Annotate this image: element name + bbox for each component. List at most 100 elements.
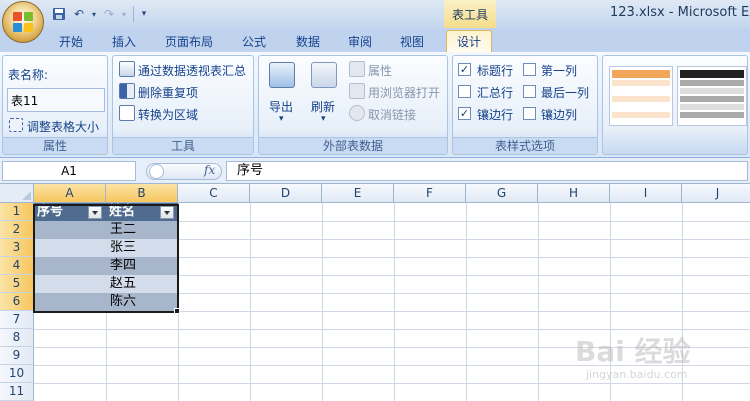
unlink-button[interactable]: 取消链接 (368, 106, 416, 123)
window-title: 123.xlsx - Microsoft Exc (610, 5, 750, 20)
row-header[interactable]: 5 (0, 275, 34, 293)
first-column-checkbox[interactable] (523, 63, 536, 76)
table-cell[interactable] (34, 221, 106, 239)
table-name-input[interactable] (7, 88, 105, 112)
table-cell[interactable]: 赵五 (106, 275, 178, 293)
formula-bar: A1 fx 序号 (0, 158, 750, 184)
refresh-label: 刷新 (311, 100, 336, 114)
tab-review[interactable]: 审阅 (342, 30, 378, 52)
table-cell[interactable]: 张三 (106, 239, 178, 257)
convert-to-range-icon (119, 105, 135, 121)
table-header-label: 序号 (37, 204, 64, 219)
customize-qat-icon[interactable]: ▾ (139, 5, 149, 23)
header-row-label: 标题行 (477, 64, 514, 78)
gridline (322, 203, 323, 401)
last-column-label: 最后一列 (541, 86, 590, 100)
tab-home[interactable]: 开始 (52, 30, 90, 52)
export-dropdown-icon: ▾ (279, 114, 284, 124)
row-header[interactable]: 2 (0, 221, 34, 239)
tab-formulas[interactable]: 公式 (236, 30, 272, 52)
tab-view[interactable]: 视图 (394, 30, 430, 52)
refresh-dropdown-icon: ▾ (321, 114, 326, 124)
resize-table-button[interactable]: 调整表格大小 (27, 118, 99, 135)
undo-dropdown-icon[interactable]: ▾ (90, 5, 98, 23)
table-tools-context-title: 表工具 (444, 0, 496, 28)
summarize-pivot-button[interactable]: 通过数据透视表汇总 (138, 62, 246, 79)
tools-group-label: 工具 (113, 137, 253, 154)
expand-formula-icon[interactable] (149, 164, 164, 179)
ribbon: 表名称: 调整表格大小 属性 通过数据透视表汇总 删除重复项 转换为区域 工具 … (0, 52, 750, 158)
tools-group: 通过数据透视表汇总 删除重复项 转换为区域 工具 (112, 55, 254, 155)
column-header-f[interactable]: F (394, 184, 466, 203)
filter-dropdown-icon[interactable] (88, 206, 102, 219)
table-cell[interactable] (34, 293, 106, 311)
title-bar: ↶ ▾ ↷ ▾ ▾ 表工具 123.xlsx - Microsoft Exc (0, 0, 750, 28)
redo-dropdown-icon[interactable]: ▾ (120, 5, 128, 23)
convert-to-range-button[interactable]: 转换为区域 (138, 106, 198, 123)
column-header-g[interactable]: G (466, 184, 538, 203)
fill-handle[interactable] (174, 308, 180, 314)
row-header[interactable]: 7 (0, 311, 34, 329)
last-column-checkbox[interactable] (523, 85, 536, 98)
open-in-browser-button[interactable]: 用浏览器打开 (368, 84, 440, 101)
gridline (466, 203, 467, 401)
unlink-icon (349, 105, 365, 121)
undo-icon[interactable]: ↶ (70, 5, 88, 23)
tab-design[interactable]: 设计 (446, 30, 492, 52)
row-header[interactable]: 4 (0, 257, 34, 275)
table-style-options-group-label: 表样式选项 (453, 137, 597, 154)
name-box[interactable]: A1 (2, 161, 136, 181)
insert-function-icon[interactable]: fx (204, 163, 215, 177)
remove-duplicates-icon (119, 83, 135, 99)
table-cell[interactable]: 陈六 (106, 293, 178, 311)
column-header-e[interactable]: E (322, 184, 394, 203)
table-style-orange-swatch[interactable] (609, 66, 673, 126)
column-header-h[interactable]: H (538, 184, 610, 203)
banded-rows-checkbox[interactable]: ✓ (458, 107, 471, 120)
row-header[interactable]: 8 (0, 329, 34, 347)
banded-columns-checkbox[interactable] (523, 107, 536, 120)
redo-icon[interactable]: ↷ (100, 5, 118, 23)
tab-page-layout[interactable]: 页面布局 (160, 30, 218, 52)
refresh-button[interactable]: 刷新 ▾ (305, 58, 343, 134)
row-header[interactable]: 11 (0, 383, 34, 401)
column-header-c[interactable]: C (178, 184, 250, 203)
column-header-a[interactable]: A (34, 184, 106, 203)
column-header-b[interactable]: B (106, 184, 178, 203)
export-button[interactable]: 导出 ▾ (263, 58, 301, 134)
table-cell[interactable]: 李四 (106, 257, 178, 275)
column-header-i[interactable]: I (610, 184, 682, 203)
save-icon[interactable] (50, 5, 68, 23)
column-header-j[interactable]: J (682, 184, 750, 203)
table-cell[interactable] (34, 257, 106, 275)
formula-input[interactable]: 序号 (226, 161, 748, 181)
baidu-watermark-url: jingyan.baidu.com (586, 368, 688, 381)
external-data-group: 导出 ▾ 刷新 ▾ 属性 用浏览器打开 取消链接 外部表数据 (258, 55, 448, 155)
table-cell[interactable] (34, 275, 106, 293)
remove-duplicates-button[interactable]: 删除重复项 (138, 84, 198, 101)
select-all-button[interactable] (0, 184, 34, 203)
row-header[interactable]: 10 (0, 365, 34, 383)
pivot-table-icon (119, 61, 135, 77)
table-name-label: 表名称: (8, 68, 49, 82)
row-header[interactable]: 3 (0, 239, 34, 257)
tab-insert[interactable]: 插入 (106, 30, 142, 52)
external-properties-button[interactable]: 属性 (368, 62, 392, 79)
total-row-checkbox[interactable] (458, 85, 471, 98)
table-style-dark-swatch[interactable] (677, 66, 747, 126)
row-header[interactable]: 9 (0, 347, 34, 365)
properties-group-label: 属性 (3, 137, 107, 154)
gridline (178, 203, 179, 401)
filter-dropdown-icon[interactable] (160, 206, 174, 219)
header-row-checkbox[interactable]: ✓ (458, 63, 471, 76)
table-cell[interactable]: 王二 (106, 221, 178, 239)
office-button[interactable] (2, 1, 44, 43)
gridline (538, 203, 539, 401)
gridline (34, 383, 750, 384)
row-header[interactable]: 6 (0, 293, 34, 311)
column-header-d[interactable]: D (250, 184, 322, 203)
table-cell[interactable] (34, 239, 106, 257)
tab-data[interactable]: 数据 (290, 30, 326, 52)
row-header[interactable]: 1 (0, 203, 34, 221)
banded-rows-label: 镶边行 (477, 108, 514, 122)
